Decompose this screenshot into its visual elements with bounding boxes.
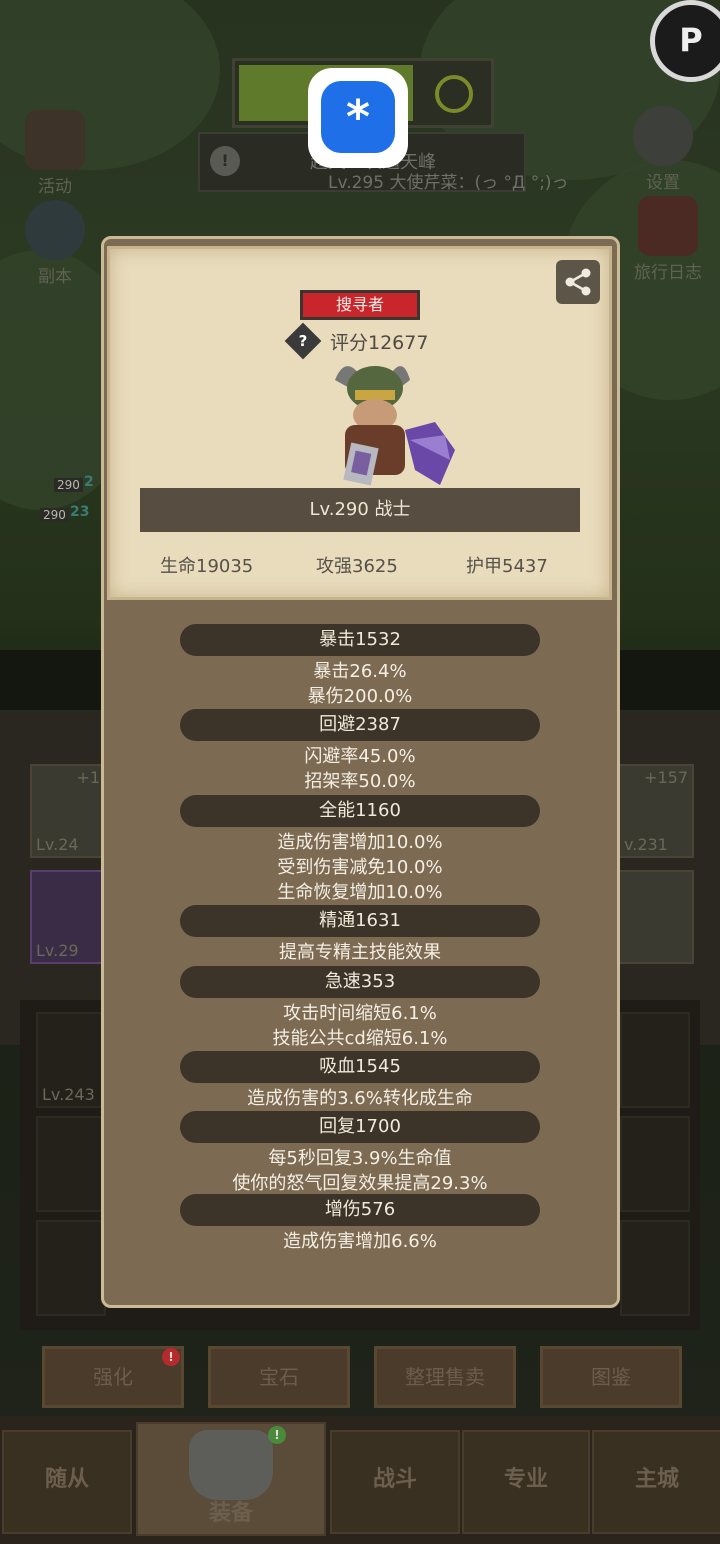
- stat-detail: 造成伤害增加10.0%: [277, 832, 443, 853]
- sort-sell-button[interactable]: 整理售卖: [374, 1346, 516, 1408]
- class-tag: 搜寻者: [300, 290, 420, 320]
- attack-power-stat: 攻强3625: [316, 556, 398, 577]
- share-button[interactable]: [556, 260, 600, 304]
- dungeon-button[interactable]: 副本: [12, 200, 98, 287]
- journal-icon: [638, 196, 698, 256]
- level-class-banner: Lv.290 战士: [140, 488, 580, 532]
- inventory-cell[interactable]: [620, 1220, 690, 1316]
- stat-detail: 提高专精主技能效果: [279, 942, 441, 963]
- stat-detail: 使你的怒气回复效果提高29.3%: [232, 1173, 488, 1194]
- stat-header-damage-increase: 增伤576: [180, 1194, 540, 1226]
- notification-badge-icon: !: [162, 1348, 180, 1366]
- stat-detail: 生命恢复增加10.0%: [277, 882, 443, 903]
- tab-main-city[interactable]: 主城: [592, 1430, 720, 1534]
- stat-header-avoidance: 回避2387: [180, 709, 540, 741]
- gear-icon: [633, 106, 693, 166]
- journal-button[interactable]: 旅行日志: [622, 196, 714, 283]
- activity-button[interactable]: 活动: [12, 110, 98, 197]
- stat-header-leech: 吸血1545: [180, 1051, 540, 1083]
- armor-icon: [189, 1430, 273, 1500]
- activity-icon: [25, 110, 85, 170]
- tab-profession[interactable]: 专业: [462, 1430, 590, 1534]
- app-shortcut-icon[interactable]: *: [308, 68, 408, 168]
- armor-stat: 护甲5437: [466, 556, 548, 577]
- level-tag: 290: [54, 478, 83, 492]
- hp-stat: 生命19035: [160, 556, 254, 577]
- inventory-cell[interactable]: [620, 1012, 690, 1108]
- warrior-portrait: [335, 366, 455, 486]
- equipment-slot[interactable]: [618, 870, 694, 964]
- info-line-2: Lv.295 大使芹菜：(っ °Д °;)っ: [328, 173, 569, 193]
- refresh-icon[interactable]: [435, 75, 473, 113]
- inventory-cell[interactable]: [620, 1116, 690, 1212]
- stat-header-haste: 急速353: [180, 966, 540, 998]
- stat-header-versatility: 全能1160: [180, 795, 540, 827]
- stat-detail: 造成伤害增加6.6%: [283, 1231, 437, 1252]
- stat-detail: 暴击26.4%: [313, 661, 407, 682]
- inventory-item[interactable]: Lv.243: [36, 1012, 110, 1108]
- equipment-slot[interactable]: +157 v.231: [618, 764, 694, 858]
- stat-detail: 每5秒回复3.9%生命值: [268, 1148, 452, 1169]
- stat-detail: 闪避率45.0%: [304, 746, 416, 767]
- tab-equipment[interactable]: 装备: [136, 1422, 326, 1536]
- alert-icon: !: [210, 146, 240, 176]
- stat-detail: 受到伤害减免10.0%: [277, 857, 443, 878]
- dungeon-icon: [25, 200, 85, 260]
- stat-detail: 技能公共cd缩短6.1%: [272, 1028, 448, 1049]
- share-icon: [565, 268, 591, 296]
- tab-followers[interactable]: 随从: [2, 1430, 132, 1534]
- equipment-slot[interactable]: Lv.29: [30, 870, 106, 964]
- level-tag: 290: [40, 508, 69, 522]
- settings-button[interactable]: 设置: [620, 106, 706, 193]
- inventory-cell[interactable]: [36, 1220, 106, 1316]
- equipment-slot[interactable]: +1 Lv.24: [30, 764, 106, 858]
- stat-header-recovery: 回复1700: [180, 1111, 540, 1143]
- inventory-cell[interactable]: [36, 1116, 106, 1212]
- level-number: 2: [84, 474, 94, 490]
- stat-header-mastery: 精通1631: [180, 905, 540, 937]
- level-number: 23: [70, 504, 90, 520]
- codex-button[interactable]: 图鉴: [540, 1346, 682, 1408]
- tab-battle[interactable]: 战斗: [330, 1430, 460, 1534]
- gem-button[interactable]: 宝石: [208, 1346, 350, 1408]
- stat-header-crit: 暴击1532: [180, 624, 540, 656]
- stat-detail: 招架率50.0%: [304, 771, 416, 792]
- stat-detail: 暴伤200.0%: [307, 686, 413, 707]
- stat-detail: 攻击时间缩短6.1%: [283, 1003, 437, 1024]
- stat-detail: 造成伤害的3.6%转化成生命: [247, 1088, 473, 1109]
- notification-badge-icon: !: [268, 1426, 286, 1444]
